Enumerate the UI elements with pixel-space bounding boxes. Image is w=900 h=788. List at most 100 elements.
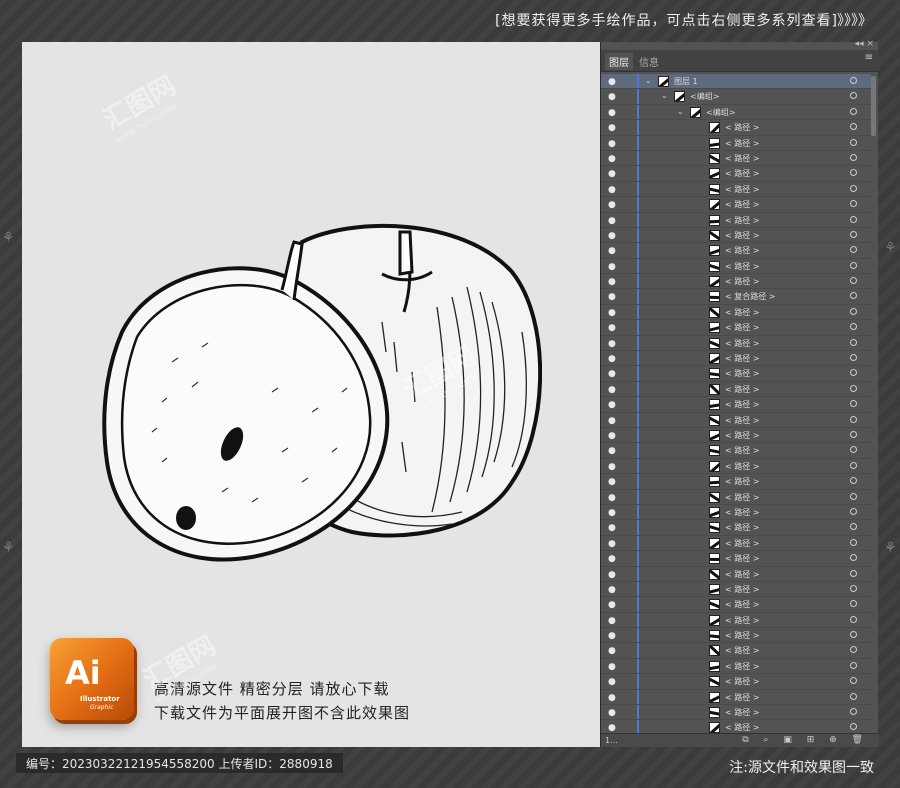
path-row[interactable]: ● < 路径 > — [601, 474, 871, 490]
path-row[interactable]: ● < 路径 > — [601, 197, 871, 213]
target-circle-icon[interactable] — [850, 492, 857, 500]
visibility-eye-icon[interactable]: ● — [608, 493, 616, 503]
chevron-down-icon[interactable]: ⌄ — [645, 76, 652, 85]
visibility-eye-icon[interactable]: ● — [608, 631, 616, 641]
target-circle-icon[interactable] — [850, 184, 857, 192]
visibility-eye-icon[interactable]: ● — [608, 693, 616, 703]
path-row[interactable]: ● < 路径 > — [601, 166, 871, 182]
target-circle-icon[interactable] — [850, 169, 857, 177]
visibility-eye-icon[interactable]: ● — [608, 508, 616, 518]
target-circle-icon[interactable] — [850, 723, 857, 731]
target-circle-icon[interactable] — [850, 354, 857, 362]
visibility-eye-icon[interactable]: ● — [608, 462, 616, 472]
path-row[interactable]: ● < 路径 > — [601, 304, 871, 321]
visibility-eye-icon[interactable]: ● — [608, 185, 616, 195]
panel-window-controls[interactable]: ◂◂ × — [855, 39, 874, 49]
target-circle-icon[interactable] — [850, 430, 857, 438]
path-row[interactable]: ● < 路径 > — [601, 643, 871, 659]
visibility-eye-icon[interactable]: ● — [608, 323, 616, 333]
target-circle-icon[interactable] — [850, 615, 857, 623]
target-circle-icon[interactable] — [850, 400, 857, 408]
visibility-eye-icon[interactable]: ● — [608, 554, 616, 564]
layer-row[interactable]: ● ⌄ 图层 1 — [601, 74, 871, 90]
path-row[interactable]: ● < 路径 > — [601, 120, 871, 136]
target-circle-icon[interactable] — [850, 138, 857, 146]
target-circle-icon[interactable] — [850, 384, 857, 392]
group-row[interactable]: ● ⌄ <编组> — [601, 104, 871, 121]
target-circle-icon[interactable] — [850, 307, 857, 315]
visibility-eye-icon[interactable]: ● — [608, 570, 616, 580]
path-row[interactable]: ● < 路径 > — [601, 520, 871, 536]
target-circle-icon[interactable] — [850, 200, 857, 208]
target-circle-icon[interactable] — [850, 215, 857, 223]
target-circle-icon[interactable] — [850, 708, 857, 716]
path-row[interactable]: ● < 路径 > — [601, 366, 871, 382]
visibility-eye-icon[interactable]: ● — [608, 262, 616, 272]
target-circle-icon[interactable] — [850, 661, 857, 669]
visibility-eye-icon[interactable]: ● — [608, 231, 616, 241]
target-circle-icon[interactable] — [850, 523, 857, 531]
visibility-eye-icon[interactable]: ● — [608, 523, 616, 533]
path-row[interactable]: ● < 路径 > — [601, 597, 871, 613]
visibility-eye-icon[interactable]: ● — [608, 616, 616, 626]
visibility-eye-icon[interactable]: ● — [608, 539, 616, 549]
visibility-eye-icon[interactable]: ● — [608, 723, 616, 733]
path-row[interactable]: ● < 路径 > — [601, 150, 871, 167]
visibility-eye-icon[interactable]: ● — [608, 139, 616, 149]
path-row[interactable]: ● < 路径 > — [601, 351, 871, 367]
target-circle-icon[interactable] — [850, 584, 857, 592]
target-circle-icon[interactable] — [850, 77, 857, 84]
path-row[interactable]: ● < 路径 > — [601, 674, 871, 690]
path-row[interactable]: ● < 路径 > — [601, 320, 871, 336]
path-row[interactable]: ● < 路径 > — [601, 612, 871, 629]
visibility-eye-icon[interactable]: ● — [608, 708, 616, 718]
target-circle-icon[interactable] — [850, 123, 857, 131]
path-row[interactable]: ● < 路径 > — [601, 489, 871, 505]
path-row[interactable]: ● < 路径 > — [601, 535, 871, 552]
target-circle-icon[interactable] — [850, 554, 857, 562]
panel-action-icons[interactable]: ⧉ ⌕ ▣ ⊞ ⊕ 🗑 — [742, 735, 869, 745]
visibility-eye-icon[interactable]: ● — [608, 369, 616, 379]
path-row[interactable]: ● < 路径 > — [601, 443, 871, 459]
target-circle-icon[interactable] — [850, 277, 857, 285]
path-row[interactable]: ● < 路径 > — [601, 581, 871, 598]
visibility-eye-icon[interactable]: ● — [608, 292, 616, 302]
visibility-eye-icon[interactable]: ● — [608, 446, 616, 456]
visibility-eye-icon[interactable]: ● — [608, 585, 616, 595]
path-row[interactable]: ● < 路径 > — [601, 458, 871, 475]
chevron-down-icon[interactable]: ⌄ — [661, 91, 668, 100]
visibility-eye-icon[interactable]: ● — [608, 431, 616, 441]
tab-info[interactable]: 信息 — [635, 53, 663, 70]
target-circle-icon[interactable] — [850, 261, 857, 269]
target-circle-icon[interactable] — [850, 446, 857, 454]
target-circle-icon[interactable] — [850, 415, 857, 423]
target-circle-icon[interactable] — [850, 507, 857, 515]
path-row[interactable]: ● < 路径 > — [601, 227, 871, 244]
target-circle-icon[interactable] — [850, 107, 857, 115]
path-row[interactable]: ● < 路径 > — [601, 412, 871, 428]
visibility-eye-icon[interactable]: ● — [608, 169, 616, 179]
visibility-eye-icon[interactable]: ● — [608, 600, 616, 610]
visibility-eye-icon[interactable]: ● — [608, 416, 616, 426]
visibility-eye-icon[interactable]: ● — [608, 385, 616, 395]
path-row[interactable]: ● < 路径 > — [601, 212, 871, 228]
path-row[interactable]: ● < 路径 > — [601, 243, 871, 259]
path-row[interactable]: ● < 路径 > — [601, 181, 871, 198]
path-row[interactable]: ● < 路径 > — [601, 658, 871, 675]
visibility-eye-icon[interactable]: ● — [608, 108, 616, 118]
visibility-eye-icon[interactable]: ● — [608, 339, 616, 349]
target-circle-icon[interactable] — [850, 323, 857, 331]
visibility-eye-icon[interactable]: ● — [608, 677, 616, 687]
path-row[interactable]: ● < 路径 > — [601, 335, 871, 352]
visibility-eye-icon[interactable]: ● — [608, 200, 616, 210]
visibility-eye-icon[interactable]: ● — [608, 77, 616, 87]
target-circle-icon[interactable] — [850, 338, 857, 346]
path-row[interactable]: ● < 路径 > — [601, 427, 871, 444]
visibility-eye-icon[interactable]: ● — [608, 246, 616, 256]
group-row[interactable]: ● ⌄ <编组> — [601, 89, 871, 105]
target-circle-icon[interactable] — [850, 600, 857, 608]
target-circle-icon[interactable] — [850, 292, 857, 300]
visibility-eye-icon[interactable]: ● — [608, 646, 616, 656]
target-circle-icon[interactable] — [850, 153, 857, 161]
visibility-eye-icon[interactable]: ● — [608, 92, 616, 102]
